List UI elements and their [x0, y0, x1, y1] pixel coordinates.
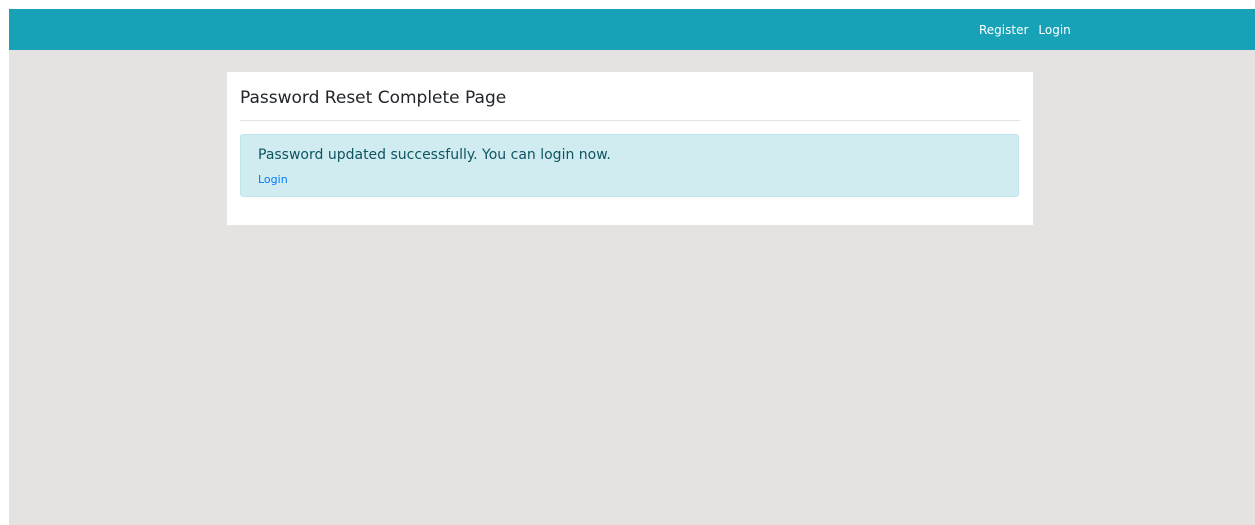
password-reset-card: Password Reset Complete Page Password up… — [227, 72, 1033, 225]
alert-login-link[interactable]: Login — [258, 173, 288, 186]
top-navbar: Register Login — [9, 9, 1255, 50]
success-alert: Password updated successfully. You can l… — [240, 134, 1019, 197]
navbar-links: Register Login — [979, 9, 1081, 50]
page-viewport: Register Login Password Reset Complete P… — [9, 9, 1255, 525]
title-divider — [240, 120, 1020, 121]
alert-message: Password updated successfully. You can l… — [258, 147, 611, 163]
page-title: Password Reset Complete Page — [240, 88, 507, 108]
register-link[interactable]: Register — [979, 23, 1028, 37]
login-link[interactable]: Login — [1038, 23, 1070, 37]
